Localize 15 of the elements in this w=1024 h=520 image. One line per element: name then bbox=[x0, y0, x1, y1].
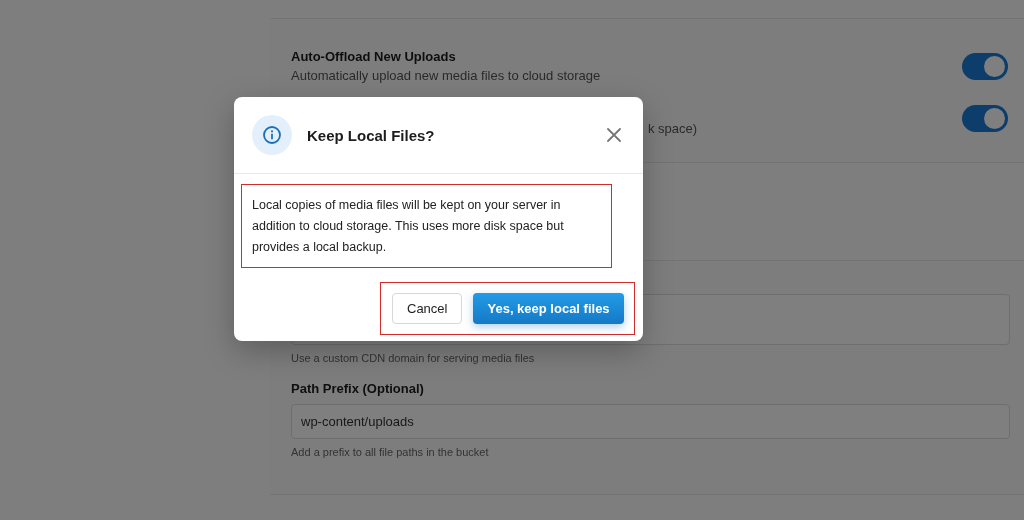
field-hint: Add a prefix to all file paths in the bucket bbox=[291, 446, 490, 458]
field-label: Path Prefix (Optional) bbox=[291, 381, 425, 396]
toggle-switch[interactable] bbox=[962, 104, 1008, 132]
close-icon[interactable] bbox=[607, 128, 621, 142]
setting-description: k space) bbox=[648, 120, 698, 136]
input-field[interactable]: wp-content/uploads bbox=[291, 404, 1010, 439]
field-hint: Use a custom CDN domain for serving media files bbox=[291, 352, 536, 364]
dialog-message: Local copies of media files will be kept on your server in addition to cloud storage. This uses more disk space but provides a local backup. bbox=[252, 197, 565, 256]
setting-title: Auto-Offload New Uploads bbox=[291, 49, 457, 64]
dialog-title: Keep Local Files? bbox=[307, 126, 436, 144]
setting-description: Automatically upload new media files to cloud storage bbox=[291, 68, 601, 83]
toggle-switch[interactable] bbox=[962, 52, 1008, 80]
confirm-button[interactable]: Yes, keep local files bbox=[473, 293, 624, 324]
info-icon bbox=[252, 115, 292, 155]
cancel-button[interactable]: Cancel bbox=[392, 293, 463, 324]
